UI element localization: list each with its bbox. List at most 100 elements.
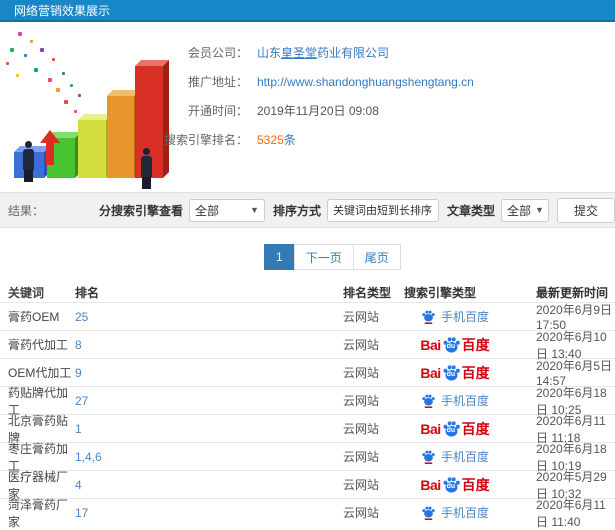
open-time-value: 2019年11月20日 09:08 <box>257 104 379 118</box>
page-1-button[interactable]: 1 <box>264 244 295 270</box>
baidu-paw-icon: du <box>442 364 461 382</box>
table-row: 北京膏药贴牌 1 云网站 Bai du 百度 2020年6月11日 11:18 <box>0 414 615 445</box>
rank-type-cell: 云网站 <box>343 478 380 492</box>
article-type-select[interactable]: 全部 ▼ <box>501 198 549 222</box>
last-page-button[interactable]: 尾页 <box>352 244 401 270</box>
keyword-cell: 菏泽膏药厂家 <box>8 497 69 529</box>
baidu-paw-icon: du <box>442 336 461 354</box>
baidu-paw-icon: du <box>442 420 461 438</box>
table-row: 枣庄膏药加工 1,4,6 云网站 手机百度 2020年6月18日 10:19 <box>0 442 615 473</box>
filter-controls: 分搜索引擎查看 全部 ▼ 排序方式 关键词由短到长排序 ▼ 文章类型 全部 ▼ … <box>91 197 615 223</box>
submit-button[interactable]: 提交 <box>557 197 615 223</box>
result-label: 结果： <box>8 203 45 218</box>
rank-link[interactable]: 8 <box>75 338 343 352</box>
businessman-left <box>23 141 34 182</box>
next-page-button[interactable]: 下一页 <box>293 244 354 270</box>
rank-link[interactable]: 1 <box>75 422 343 436</box>
rank-type-cell: 云网站 <box>343 338 380 352</box>
engine-filter-select[interactable]: 全部 ▼ <box>188 198 265 222</box>
col-keyword: 关键词 <box>8 285 45 300</box>
col-engine-type: 搜索引擎类型 <box>404 285 477 300</box>
account-info: 会员公司： 山东皇圣堂药业有限公司 推广地址： http://www.shand… <box>148 38 474 154</box>
info-section: 会员公司： 山东皇圣堂药业有限公司 推广地址： http://www.shand… <box>0 22 615 192</box>
baidu-paw-icon <box>422 506 435 520</box>
open-time-row: 开通时间： 2019年11月20日 09:08 <box>148 96 474 125</box>
baidu-logo: Bai du 百度 <box>420 476 490 494</box>
col-rank-type: 排名类型 <box>343 285 392 300</box>
baidu-logo: Bai du 百度 <box>420 364 490 382</box>
keyword-rank-table: 关键词 排名 排名类型 搜索引擎类型 最新更新时间 膏药OEM 25 云网站 手… <box>0 282 615 529</box>
pagination: 1 下一页 尾页 <box>264 244 615 270</box>
engine-cell: 手机百度 <box>400 392 510 409</box>
table-row: 医疗器械厂家 4 云网站 Bai du 百度 2020年5月29日 10:32 <box>0 470 615 501</box>
table-row: 膏药代加工 8 云网站 Bai du 百度 2020年6月10日 13:40 <box>0 330 615 361</box>
mobile-baidu-logo: 手机百度 <box>421 392 489 409</box>
rank-link[interactable]: 25 <box>75 310 343 324</box>
chevron-down-icon: ▼ <box>535 205 544 215</box>
chevron-down-icon: ▼ <box>436 205 438 215</box>
businessman-right <box>141 148 152 189</box>
col-rank: 排名 <box>75 285 100 300</box>
baidu-paw-icon: du <box>442 476 461 494</box>
rank-type-cell: 云网站 <box>343 394 380 408</box>
chart-bar-orange <box>107 96 134 178</box>
promo-url-link[interactable]: http://www.shandonghuangshengtang.cn <box>257 75 474 89</box>
engine-cell: Bai du 百度 <box>400 363 510 383</box>
table-row: OEM代加工 9 云网站 Bai du 百度 2020年6月5日 14:57 <box>0 358 615 388</box>
page-title: 网络营销效果展示 <box>14 3 111 18</box>
table-row: 膏药OEM 25 云网站 手机百度 2020年6月9日 17:50 <box>0 302 615 332</box>
filter-bar: 结果： 分搜索引擎查看 全部 ▼ 排序方式 关键词由短到长排序 ▼ 文章类型 全… <box>0 192 615 228</box>
chevron-down-icon: ▼ <box>250 205 259 215</box>
chart-bar-yellow <box>78 120 106 178</box>
promo-url-label: 推广地址： <box>187 75 248 89</box>
keyword-cell: 膏药OEM <box>8 310 60 324</box>
rank-count: 5325 <box>257 133 284 147</box>
engine-rank-row: 搜索引擎排名： 5325条 <box>148 125 474 154</box>
header-bar: 网络营销效果展示 <box>0 0 615 22</box>
rank-link[interactable]: 27 <box>75 394 343 408</box>
rank-unit: 条 <box>283 133 296 147</box>
updated-cell: 2020年6月11日 11:40 <box>536 497 606 529</box>
engine-cell: 手机百度 <box>400 504 510 521</box>
engine-cell: Bai du 百度 <box>400 335 510 355</box>
engine-cell: Bai du 百度 <box>400 475 510 495</box>
open-time-label: 开通时间： <box>187 104 248 118</box>
growth-arrow-icon <box>40 130 60 165</box>
rank-link[interactable]: 4 <box>75 478 343 492</box>
rank-type-cell: 云网站 <box>343 422 380 436</box>
company-label: 会员公司： <box>187 46 248 60</box>
promo-url-row: 推广地址： http://www.shandonghuangshengtang.… <box>148 67 474 96</box>
rank-type-cell: 云网站 <box>343 450 380 464</box>
keyword-cell: OEM代加工 <box>8 366 72 380</box>
rank-type-cell: 云网站 <box>343 506 380 520</box>
rank-link[interactable]: 9 <box>75 366 343 380</box>
mobile-baidu-logo: 手机百度 <box>421 448 489 465</box>
table-header: 关键词 排名 排名类型 搜索引擎类型 最新更新时间 <box>0 282 615 302</box>
mobile-baidu-logo: 手机百度 <box>421 308 489 325</box>
sort-filter-select[interactable]: 关键词由短到长排序 ▼ <box>326 198 439 222</box>
baidu-paw-icon <box>422 310 435 324</box>
article-type-label: 文章类型 <box>446 203 495 218</box>
engine-cell: Bai du 百度 <box>400 419 510 439</box>
engine-cell: 手机百度 <box>400 308 510 325</box>
table-row: 药贴牌代加工 27 云网站 手机百度 2020年6月18日 10:25 <box>0 386 615 417</box>
table-row: 菏泽膏药厂家 17 云网站 手机百度 2020年6月11日 11:40 <box>0 498 615 529</box>
keyword-cell: 膏药代加工 <box>8 338 69 352</box>
sort-filter-label: 排序方式 <box>272 203 321 218</box>
baidu-paw-icon <box>422 450 435 464</box>
company-link[interactable]: 山东皇圣堂药业有限公司 <box>257 44 389 61</box>
rank-link[interactable]: 1,4,6 <box>75 450 343 464</box>
mobile-baidu-logo: 手机百度 <box>421 504 489 521</box>
engine-rank-value: 5325条 <box>257 131 296 148</box>
col-updated: 最新更新时间 <box>536 285 609 300</box>
rank-type-cell: 云网站 <box>343 366 380 380</box>
engine-filter-label: 分搜索引擎查看 <box>98 203 183 218</box>
baidu-paw-icon <box>422 394 435 408</box>
engine-rank-label: 搜索引擎排名： <box>163 133 248 147</box>
engine-cell: 手机百度 <box>400 448 510 465</box>
rank-link[interactable]: 17 <box>75 506 343 520</box>
baidu-logo: Bai du 百度 <box>420 420 490 438</box>
rank-type-cell: 云网站 <box>343 310 380 324</box>
company-row: 会员公司： 山东皇圣堂药业有限公司 <box>148 38 474 67</box>
baidu-logo: Bai du 百度 <box>420 336 490 354</box>
